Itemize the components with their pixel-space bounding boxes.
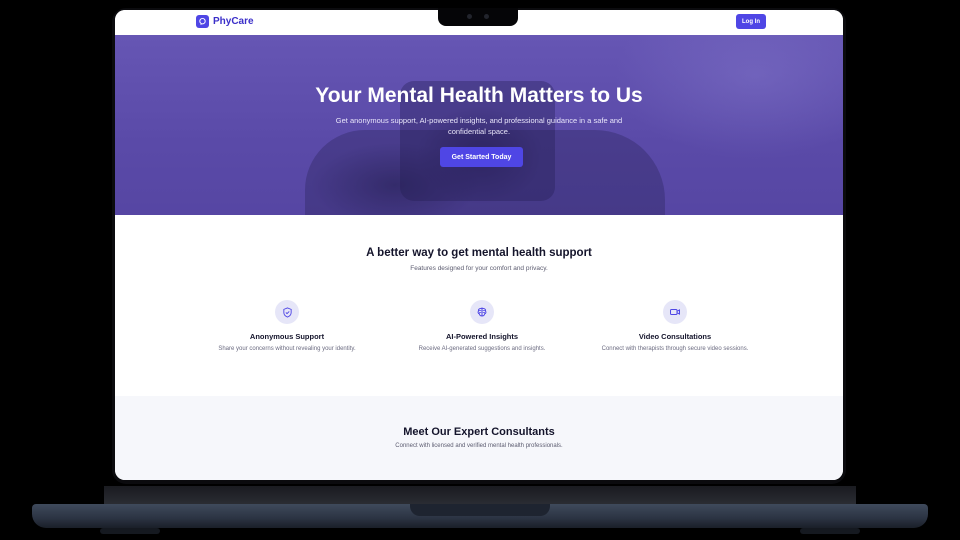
brand-name: PhyCare <box>213 16 254 27</box>
hero-subtitle: Get anonymous support, AI-powered insigh… <box>335 116 623 136</box>
login-button[interactable]: Log In <box>736 14 766 29</box>
consultants-section: Meet Our Expert Consultants Connect with… <box>115 396 843 480</box>
features-subheading: Features designed for your comfort and p… <box>410 265 548 272</box>
laptop-hinge <box>104 486 856 504</box>
features-heading: A better way to get mental health suppor… <box>366 247 592 259</box>
laptop-foot <box>100 528 160 534</box>
camera-dot <box>467 14 472 19</box>
brand-link[interactable]: PhyCare <box>196 15 254 28</box>
feature-description: Connect with therapists through secure v… <box>601 346 749 352</box>
video-camera-icon <box>663 300 687 324</box>
sensor-dot <box>484 14 489 19</box>
feature-description: Receive AI-generated suggestions and ins… <box>418 346 546 352</box>
feature-title: Video Consultations <box>638 332 712 341</box>
browser-viewport: PhyCare Log In Your Mental Health Matter… <box>115 10 843 480</box>
feature-description: Share your concerns without revealing yo… <box>218 346 356 352</box>
brand-logo-icon <box>196 15 209 28</box>
feature-card: Anonymous Support Share your concerns wi… <box>187 300 387 352</box>
hero-section: Your Mental Health Matters to Us Get ano… <box>115 35 843 215</box>
consultants-subheading: Connect with licensed and verified menta… <box>395 443 563 449</box>
feature-card: Video Consultations Connect with therapi… <box>575 300 775 352</box>
feature-card: AI-Powered Insights Receive AI-generated… <box>382 300 582 352</box>
laptop-foot <box>800 528 860 534</box>
feature-title: Anonymous Support <box>249 332 325 341</box>
camera-notch <box>438 8 518 26</box>
laptop-base-groove <box>410 504 550 516</box>
consultants-heading: Meet Our Expert Consultants <box>403 426 555 438</box>
shield-icon <box>275 300 299 324</box>
hero-title: Your Mental Health Matters to Us <box>315 84 643 107</box>
get-started-button[interactable]: Get Started Today <box>440 147 523 167</box>
feature-title: AI-Powered Insights <box>445 332 519 341</box>
brain-icon <box>470 300 494 324</box>
